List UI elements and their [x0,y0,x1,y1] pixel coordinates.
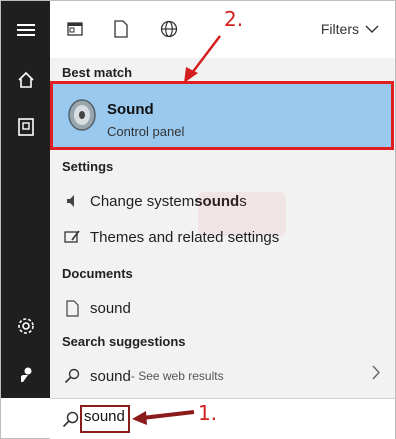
arrow-step-1 [141,410,195,420]
arrowhead-step-1 [132,411,147,425]
step-2-label: 2. [224,7,244,31]
step-1-label: 1. [198,401,218,425]
annotation-arrows [132,35,221,425]
arrow-step-2 [191,35,221,74]
